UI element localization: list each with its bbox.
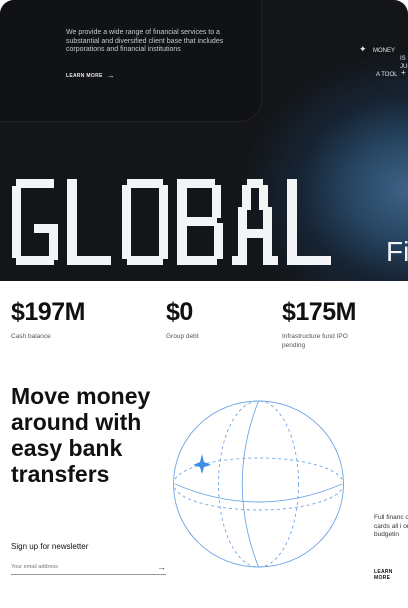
letter-stroke	[177, 256, 217, 265]
submit-arrow-icon[interactable]: →	[157, 562, 166, 572]
letter-stroke	[268, 256, 278, 265]
stat-group-debt: $0 Group debt	[166, 298, 238, 342]
hero-title-suffix: Fi	[386, 236, 408, 267]
letter-stroke	[34, 224, 54, 233]
globe-front-arc	[174, 483, 343, 503]
letter-stroke	[127, 256, 163, 265]
letter-stroke	[287, 256, 331, 265]
newsletter-form: →	[11, 559, 166, 575]
globe-outline	[173, 400, 344, 568]
hero-learn-more-link[interactable]: LEARN MORE →	[66, 72, 115, 80]
stat-ipo-pending: $175M Infrastructure fund IPO pending	[282, 298, 356, 350]
letter-stroke	[177, 217, 217, 226]
globe-star-icon	[193, 454, 211, 474]
hero-intro-card: We provide a wide range of financial ser…	[0, 0, 262, 122]
title-letter-b	[177, 179, 223, 265]
hero-description: We provide a wide range of financial ser…	[66, 29, 224, 53]
letter-stroke	[127, 179, 163, 188]
letter-stroke	[238, 229, 272, 238]
learn-more-label: LEARN MORE	[66, 73, 103, 79]
letter-stroke	[214, 223, 223, 259]
globe-meridian	[218, 400, 299, 568]
globe-illustration	[173, 400, 344, 568]
hero-section: We provide a wide range of financial ser…	[0, 0, 408, 281]
title-letter-l	[67, 179, 113, 265]
hero-pixel-title	[12, 179, 333, 265]
letter-stroke	[67, 179, 77, 265]
side-learn-more-link[interactable]: LEARN MORE	[374, 569, 408, 581]
letter-stroke	[177, 179, 215, 188]
stat-value: $0	[166, 298, 193, 326]
newsletter-label: Sign up for newsletter	[11, 542, 89, 551]
title-letter-l	[287, 179, 333, 265]
transfer-headline: Move money around with easy bank transfe…	[11, 383, 151, 487]
stat-label: Infrastructure fund IPO pending	[282, 333, 348, 349]
letter-stroke	[16, 179, 54, 188]
letter-stroke	[232, 256, 242, 265]
tagline-line-1: MONEY	[373, 48, 396, 54]
stat-value: $197M	[11, 298, 85, 326]
stat-label: Group debt	[166, 333, 199, 340]
letter-stroke	[159, 185, 168, 259]
title-letter-a	[232, 179, 278, 265]
letter-stroke	[12, 186, 21, 258]
letter-stroke	[212, 185, 221, 218]
plus-icon: +	[401, 68, 406, 77]
email-input[interactable]	[11, 563, 141, 570]
stat-label: Cash balance	[11, 333, 51, 340]
letter-stroke	[287, 179, 297, 265]
arrow-right-icon: →	[106, 71, 115, 80]
letter-stroke	[67, 256, 111, 265]
title-letter-g	[12, 179, 58, 265]
letter-stroke	[122, 185, 131, 259]
globe-front-meridian	[241, 400, 259, 568]
page: We provide a wide range of financial ser…	[0, 0, 408, 608]
stat-cash-balance: $197M Cash balance	[11, 298, 85, 342]
title-letter-o	[122, 179, 168, 265]
side-description: Full financ other ban cards all i on you…	[374, 514, 408, 538]
stat-value: $175M	[282, 298, 356, 326]
